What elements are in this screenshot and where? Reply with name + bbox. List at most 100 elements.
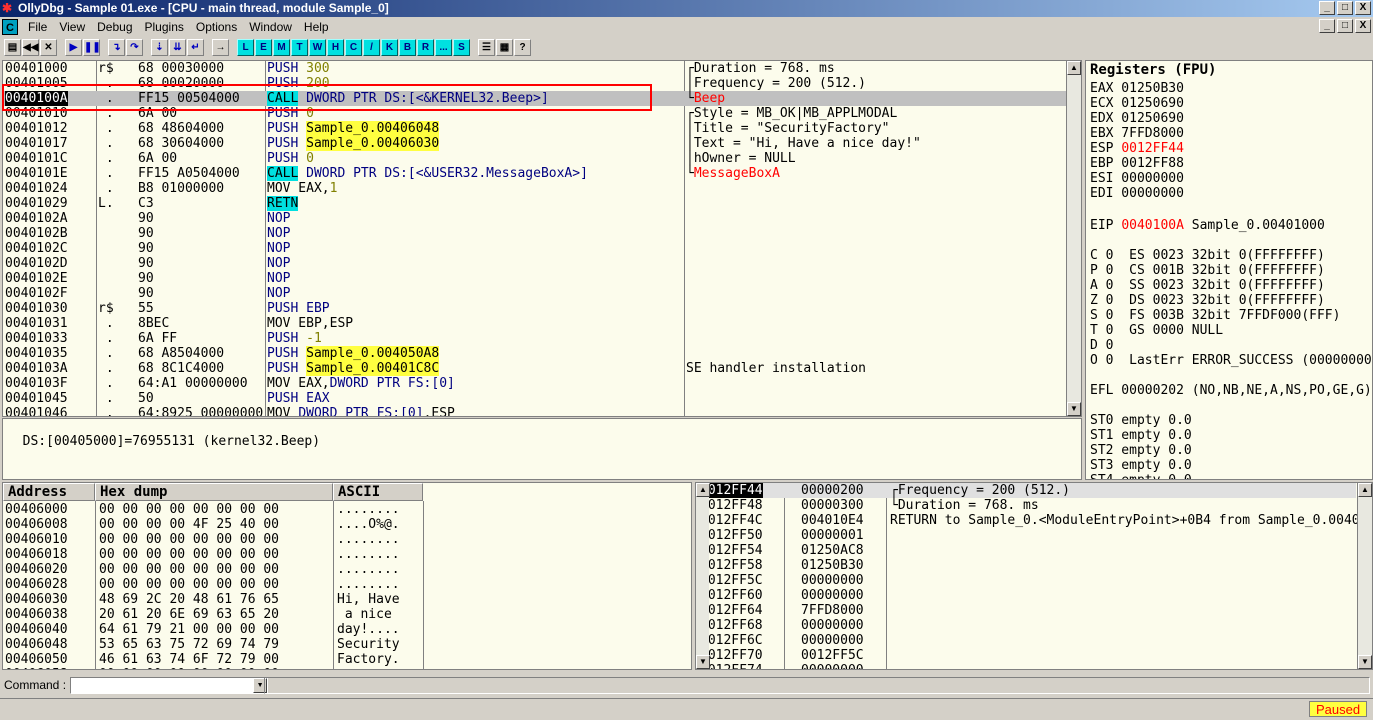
register-line[interactable]: EIP 0040100A Sample_0.00401000 [1090,218,1325,233]
disasm-row[interactable]: 0040102A 90 NOP [3,211,1068,226]
disasm-row[interactable]: 00401017 . 68 30604000 PUSH Sample_0.00406… [3,136,1068,151]
disasm-row[interactable]: 00401000 r$ 68 00030000 PUSH 300 ┌Duration =… [3,61,1068,76]
log-window-button[interactable]: L [237,38,254,56]
disasm-row[interactable]: 0040101C . 6A 00 PUSH 0 │hOwner = NULL [3,151,1068,166]
menu-options[interactable]: Options [190,20,243,34]
stack-row[interactable]: 0012FF50 00000001 [696,528,1356,543]
execute-till-return-icon[interactable]: ↵ [187,38,204,56]
register-line[interactable]: T 0 GS 0000 NULL [1090,323,1223,338]
references-window-button[interactable]: R [417,38,434,56]
register-line[interactable]: ESP 0012FF44 [1090,141,1184,156]
disasm-row[interactable]: 00401045 . 50 PUSH EAX [3,391,1068,406]
handles-window-button[interactable]: H [327,38,344,56]
call-stack-window-button[interactable]: K [381,38,398,56]
scroll-down-arrow-icon[interactable]: ▼ [1067,402,1081,416]
close-button[interactable]: X [1355,1,1371,15]
disasm-scrollbar[interactable]: ▲ ▼ [1066,61,1081,416]
menu-file[interactable]: File [22,20,53,34]
register-line[interactable]: ST4 empty 0.0 [1090,473,1192,479]
grid-icon[interactable]: ▦ [496,38,513,56]
stack-row[interactable]: 0012FF4C 004010E4 RETURN to Sample_0.<Modu… [696,513,1372,528]
stack-row[interactable]: 0012FF60 00000000 [696,588,1356,603]
dump-header-hex[interactable]: Hex dump [95,483,333,501]
dump-header-ascii[interactable]: ASCII [333,483,423,501]
stack-scrollbar[interactable]: ▲ ▼ [1357,483,1372,669]
scroll-up-arrow-icon[interactable]: ▲ [1358,483,1372,497]
step-over-icon[interactable]: ↷ [126,38,143,56]
register-line[interactable]: EDI 00000000 [1090,186,1184,201]
disassembly-pane[interactable]: 00401000 r$ 68 00030000 PUSH 300 ┌Duration =… [2,60,1082,417]
open-icon[interactable]: ▤ [4,38,21,56]
registers-header[interactable]: Registers (FPU) [1090,63,1216,78]
stack-row[interactable]: 0012FF70 0012FF5C [696,648,1356,663]
memory-window-button[interactable]: M [273,38,290,56]
breakpoints-window-button[interactable]: B [399,38,416,56]
stack-left-scrollbar[interactable]: ▲ ▼ [696,483,710,669]
disasm-row[interactable]: 0040102F 90 NOP [3,286,1068,301]
register-line[interactable]: ST0 empty 0.0 [1090,413,1192,428]
dump-row[interactable]: 00406008 00 00 00 00 4F 25 40 00 ....O%@. [3,517,691,532]
source-window-button[interactable]: S [453,38,470,56]
dump-row[interactable]: 00406018 00 00 00 00 00 00 00 00........ [3,547,691,562]
menu-help[interactable]: Help [298,20,335,34]
disasm-row[interactable]: 0040102D 90 NOP [3,256,1068,271]
dump-header-address[interactable]: Address [3,483,95,501]
register-line[interactable]: Z 0 DS 0023 32bit 0(FFFFFFFF) [1090,293,1325,308]
disasm-row[interactable]: 0040103A . 68 8C1C4000 PUSH Sample_0.00401… [3,361,1068,376]
disasm-row[interactable]: 00401030 r$ 55 PUSH EBP [3,301,1068,316]
stack-pane[interactable]: 0012FF44 00000200 ┌Frequency = 200 (512.) 0… [695,482,1373,670]
list-icon[interactable]: ☰ [478,38,495,56]
dump-row[interactable]: 00406020 00 00 00 00 00 00 00 00........ [3,562,691,577]
scroll-up-arrow-icon[interactable]: ▲ [1067,61,1081,75]
modules-window-button[interactable]: E [255,38,272,56]
stack-row[interactable]: 0012FF7400000000 [696,663,1356,669]
disasm-row[interactable]: 00401031 . 8BEC MOV EBP,ESP [3,316,1068,331]
disasm-row[interactable]: 0040101E . FF15 A0504000 CALL DWORD PTR DS… [3,166,1068,181]
register-line[interactable]: P 0 CS 001B 32bit 0(FFFFFFFF) [1090,263,1325,278]
disasm-row[interactable]: 00401012 . 68 48604000 PUSH Sample_0.00406… [3,121,1068,136]
goto-icon[interactable]: → [212,38,229,56]
scroll-down-arrow-icon[interactable]: ▼ [696,655,710,669]
menu-window[interactable]: Window [243,20,298,34]
register-line[interactable]: EBX 7FFD8000 [1090,126,1184,141]
register-line[interactable]: ECX 01250690 [1090,96,1184,111]
register-line[interactable]: C 0 ES 0023 32bit 0(FFFFFFFF) [1090,248,1325,263]
pause-icon[interactable]: ❚❚ [83,38,101,56]
stack-row[interactable]: 0012FF58 01250B30 [696,558,1356,573]
child-minimize-button[interactable]: _ [1319,19,1335,33]
dump-row[interactable]: 00406038 20 61 20 6E 69 63 65 20 a nice [3,607,691,622]
scroll-up-arrow-icon[interactable]: ▲ [696,483,710,497]
disasm-row[interactable]: 00401029 L. C3 RETN [3,196,1068,211]
menu-view[interactable]: View [53,20,91,34]
dump-pane[interactable]: Address Hex dump ASCII 00406000 00 00 00 … [2,482,692,670]
register-line[interactable]: EDX 01250690 [1090,111,1184,126]
stack-row[interactable]: 0012FF68 00000000 [696,618,1356,633]
maximize-button[interactable]: □ [1337,1,1353,15]
stack-row[interactable]: 0012FF64 7FFD8000 [696,603,1356,618]
dump-row[interactable]: 00406028 00 00 00 00 00 00 00 00........ [3,577,691,592]
menu-plugins[interactable]: Plugins [139,20,190,34]
cpu-window-button[interactable]: C [345,38,362,56]
dump-row[interactable]: 00406050 46 61 63 74 6F 72 79 00 Factory. [3,652,691,667]
windows-window-button[interactable]: W [309,38,326,56]
dump-row[interactable]: 00406040 64 61 79 21 00 00 00 00 day!.... [3,622,691,637]
disasm-row[interactable]: 00401033 . 6A FF PUSH -1 [3,331,1068,346]
close-icon[interactable]: ✕ [40,38,57,56]
help-icon[interactable]: ? [514,38,531,56]
disasm-row[interactable]: 0040102E 90 NOP [3,271,1068,286]
command-input[interactable]: ▼ [70,676,269,694]
child-maximize-button[interactable]: □ [1337,19,1353,33]
register-line[interactable]: O 0 LastErr ERROR_SUCCESS (00000000) [1090,353,1372,368]
minimize-button[interactable]: _ [1319,1,1335,15]
stack-row[interactable]: 0012FF6C 00000000 [696,633,1356,648]
trace-into-icon[interactable]: ⇣ [151,38,168,56]
step-into-icon[interactable]: ↴ [108,38,125,56]
child-close-button[interactable]: X [1355,19,1371,33]
disasm-row[interactable]: 00401046 . 64:8925 00000000 MOV DWORD PTR … [3,406,1068,416]
stack-row[interactable]: 0012FF48 00000300 └Duration = 768. ms [696,498,1356,513]
scroll-down-arrow-icon[interactable]: ▼ [1358,655,1372,669]
menu-debug[interactable]: Debug [91,20,138,34]
register-line[interactable]: ST1 empty 0.0 [1090,428,1192,443]
run-icon[interactable]: ▶ [65,38,82,56]
register-line[interactable]: EBP 0012FF88 [1090,156,1184,171]
